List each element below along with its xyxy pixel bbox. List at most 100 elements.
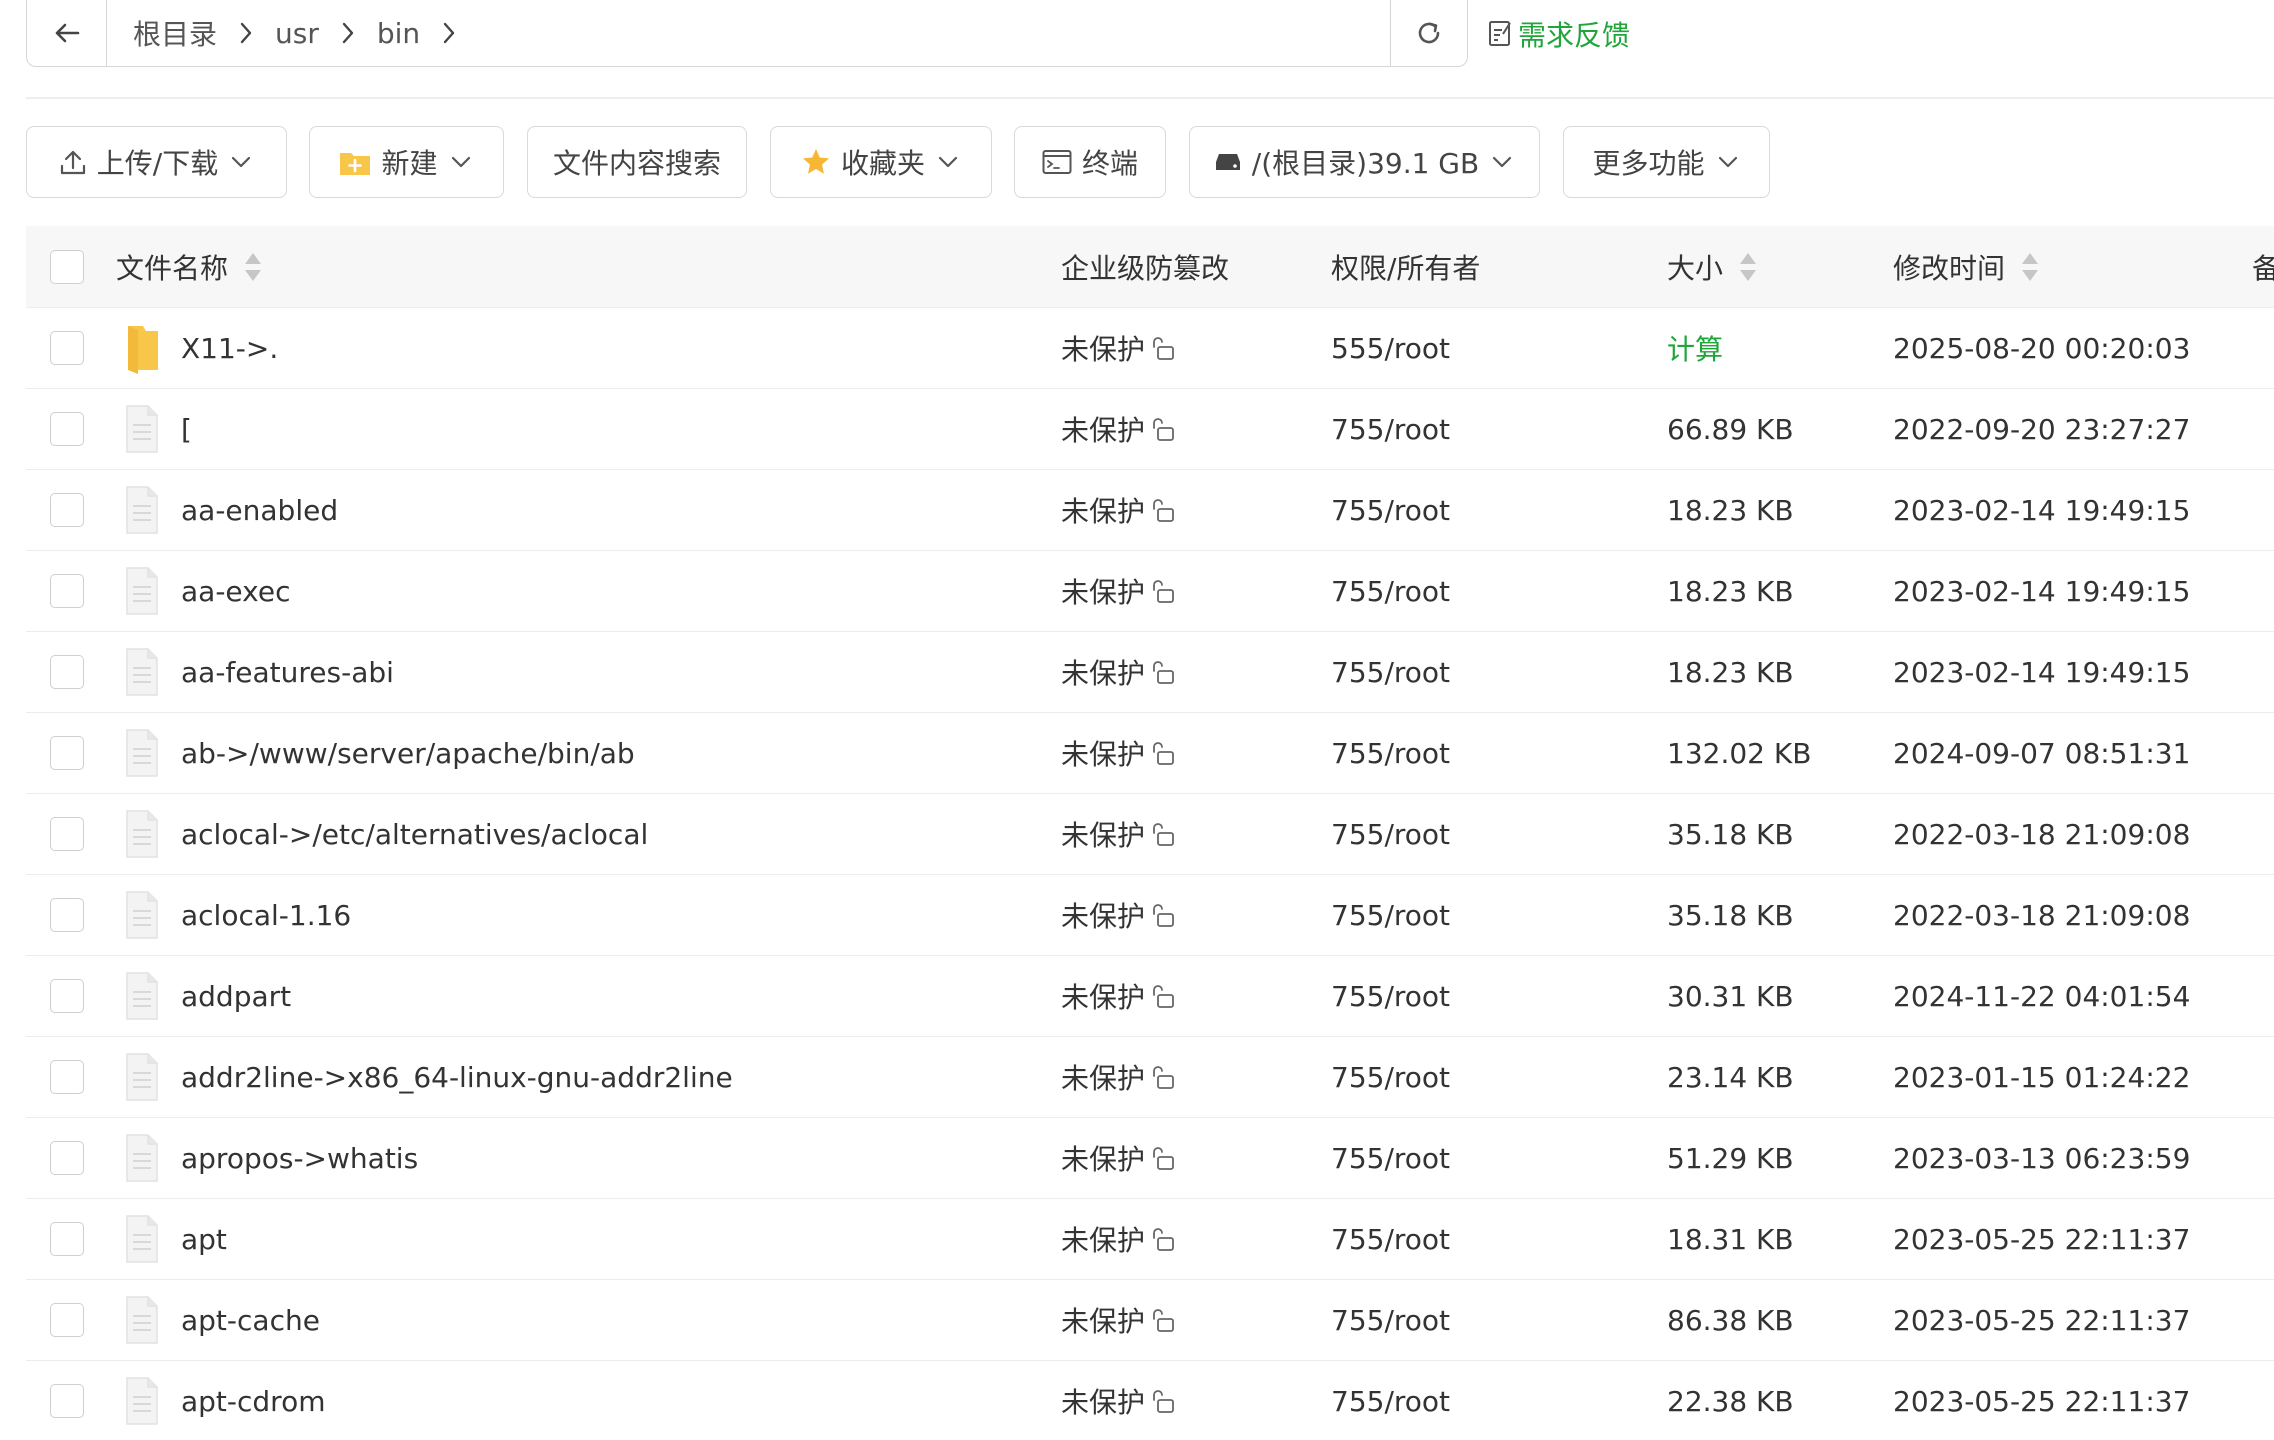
row-checkbox[interactable]: [50, 898, 84, 932]
refresh-button[interactable]: [1390, 0, 1467, 66]
table-row[interactable]: apt 未保护 755/root 18.31 KB 2023-05-25 22:11:3…: [26, 1199, 2274, 1280]
column-name[interactable]: 文件名称: [116, 226, 264, 308]
permission-owner[interactable]: 555/root: [1331, 308, 1450, 388]
more-functions-button[interactable]: 更多功能: [1563, 126, 1770, 198]
tamper-status[interactable]: 未保护: [1061, 1361, 1177, 1440]
file-name[interactable]: aclocal->/etc/alternatives/aclocal: [181, 794, 648, 874]
file-name[interactable]: apt-cache: [181, 1280, 320, 1360]
tamper-status[interactable]: 未保护: [1061, 713, 1177, 793]
new-button[interactable]: 新建: [309, 126, 504, 198]
permission-owner[interactable]: 755/root: [1331, 1037, 1450, 1117]
chevron-down-icon: [1718, 156, 1737, 168]
row-checkbox[interactable]: [50, 493, 84, 527]
row-checkbox[interactable]: [50, 736, 84, 770]
table-row[interactable]: addpart 未保护 755/root 30.31 KB 2024-11-22 04:…: [26, 956, 2274, 1037]
file-name[interactable]: aa-enabled: [181, 470, 338, 550]
column-modified[interactable]: 修改时间: [1893, 226, 2041, 308]
row-checkbox[interactable]: [50, 1060, 84, 1094]
permission-owner[interactable]: 755/root: [1331, 389, 1450, 469]
table-row[interactable]: aclocal-1.16 未保护 755/root 35.18 KB 2022-03-1…: [26, 875, 2274, 956]
permission-owner[interactable]: 755/root: [1331, 875, 1450, 955]
permission-owner[interactable]: 755/root: [1331, 632, 1450, 712]
content-search-button[interactable]: 文件内容搜索: [527, 126, 747, 198]
file-name[interactable]: apropos->whatis: [181, 1118, 418, 1198]
file-name[interactable]: apt: [181, 1199, 227, 1279]
table-row[interactable]: aa-features-abi 未保护 755/root 18.23 KB 2023-0…: [26, 632, 2274, 713]
breadcrumb-bin[interactable]: bin: [363, 0, 464, 66]
tamper-status[interactable]: 未保护: [1061, 1199, 1177, 1279]
file-name[interactable]: aa-features-abi: [181, 632, 394, 712]
tamper-status[interactable]: 未保护: [1061, 1118, 1177, 1198]
row-checkbox[interactable]: [50, 574, 84, 608]
file-name[interactable]: apt-cdrom: [181, 1361, 325, 1440]
permission-owner[interactable]: 755/root: [1331, 470, 1450, 550]
tamper-status[interactable]: 未保护: [1061, 1280, 1177, 1360]
row-checkbox[interactable]: [50, 1141, 84, 1175]
table-row[interactable]: aclocal->/etc/alternatives/aclocal 未保护 755…: [26, 794, 2274, 875]
tamper-status[interactable]: 未保护: [1061, 632, 1177, 712]
permission-owner[interactable]: 755/root: [1331, 551, 1450, 631]
column-tamper-label: 企业级防篡改: [1061, 252, 1230, 285]
permission-owner[interactable]: 755/root: [1331, 1361, 1450, 1440]
file-name[interactable]: [: [181, 389, 192, 469]
content-search-label: 文件内容搜索: [552, 147, 721, 180]
tamper-status[interactable]: 未保护: [1061, 470, 1177, 550]
chevron-right-icon: [240, 22, 252, 44]
breadcrumb-usr[interactable]: usr: [261, 0, 363, 66]
file-name[interactable]: ab->/www/server/apache/bin/ab: [181, 713, 635, 793]
file-name[interactable]: addr2line->x86_64-linux-gnu-addr2line: [181, 1037, 733, 1117]
feedback-link[interactable]: 需求反馈: [1488, 14, 1630, 54]
unlock-icon: [1153, 904, 1174, 927]
tamper-status[interactable]: 未保护: [1061, 794, 1177, 874]
table-row[interactable]: aa-exec 未保护 755/root 18.23 KB 2023-02-14 19:…: [26, 551, 2274, 632]
row-checkbox[interactable]: [50, 655, 84, 689]
select-all-checkbox[interactable]: [50, 250, 84, 284]
permission-owner[interactable]: 755/root: [1331, 1280, 1450, 1360]
column-size[interactable]: 大小: [1667, 226, 1759, 308]
table-row[interactable]: apt-cache 未保护 755/root 86.38 KB 2023-05-25 2…: [26, 1280, 2274, 1361]
tamper-status[interactable]: 未保护: [1061, 308, 1177, 388]
modified-time: 2022-03-18 21:09:08: [1893, 898, 2191, 932]
tamper-status[interactable]: 未保护: [1061, 875, 1177, 955]
row-checkbox[interactable]: [50, 1303, 84, 1337]
terminal-button[interactable]: 终端: [1014, 126, 1166, 198]
file-size[interactable]: 计算: [1667, 308, 1723, 388]
table-row[interactable]: ab->/www/server/apache/bin/ab 未保护 755/root…: [26, 713, 2274, 794]
back-button[interactable]: [27, 0, 107, 66]
table-row[interactable]: X11->. 未保护 555/root 计算 2025-08-20 00:20:03: [26, 308, 2274, 389]
row-checkbox[interactable]: [50, 1222, 84, 1256]
table-row[interactable]: apropos->whatis 未保护 755/root 51.29 KB 2023-0…: [26, 1118, 2274, 1199]
row-checkbox[interactable]: [50, 817, 84, 851]
upload-download-button[interactable]: 上传/下载: [26, 126, 287, 198]
row-checkbox[interactable]: [50, 331, 84, 365]
tamper-status[interactable]: 未保护: [1061, 389, 1177, 469]
table-row[interactable]: [未保护 755/root 66.89 KB 2022-09-20 23:27:27: [26, 389, 2274, 470]
permission-owner[interactable]: 755/root: [1331, 794, 1450, 874]
permission-owner[interactable]: 755/root: [1331, 956, 1450, 1036]
row-checkbox[interactable]: [50, 979, 84, 1013]
disk-selector[interactable]: /(根目录)39.1 GB: [1189, 126, 1540, 198]
tamper-status[interactable]: 未保护: [1061, 1037, 1177, 1117]
file-size: 132.02 KB: [1667, 736, 1812, 770]
table-header: 文件名称 企业级防篡改 权限/所有者 大小 修改时间 备: [26, 226, 2274, 308]
permission-owner[interactable]: 755/root: [1331, 1199, 1450, 1279]
favorites-button[interactable]: 收藏夹: [770, 126, 992, 198]
file-name[interactable]: aclocal-1.16: [181, 875, 351, 955]
tamper-status-label: 未保护: [1061, 1143, 1146, 1176]
permission-owner[interactable]: 755/root: [1331, 713, 1450, 793]
row-checkbox[interactable]: [50, 1384, 84, 1418]
tamper-status[interactable]: 未保护: [1061, 551, 1177, 631]
row-checkbox[interactable]: [50, 412, 84, 446]
modified-time: 2023-05-25 22:11:37: [1893, 1303, 2191, 1337]
breadcrumb-label: 根目录: [133, 18, 218, 51]
table-row[interactable]: addr2line->x86_64-linux-gnu-addr2line 未保护…: [26, 1037, 2274, 1118]
table-row[interactable]: apt-cdrom 未保护 755/root 22.38 KB 2023-05-25 2…: [26, 1361, 2274, 1440]
breadcrumb-root[interactable]: 根目录: [119, 0, 261, 66]
file-icon: [126, 891, 158, 939]
file-name[interactable]: aa-exec: [181, 551, 290, 631]
file-name[interactable]: X11->.: [181, 308, 278, 388]
tamper-status[interactable]: 未保护: [1061, 956, 1177, 1036]
file-name[interactable]: addpart: [181, 956, 291, 1036]
permission-owner[interactable]: 755/root: [1331, 1118, 1450, 1198]
table-row[interactable]: aa-enabled 未保护 755/root 18.23 KB 2023-02-14 …: [26, 470, 2274, 551]
